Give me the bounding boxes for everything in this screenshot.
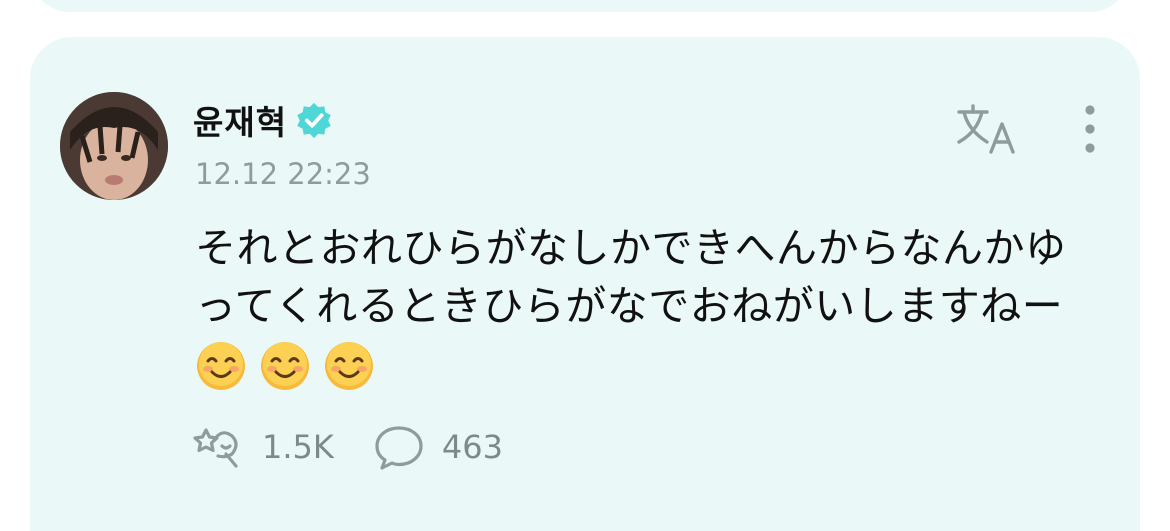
verified-badge-icon <box>297 102 331 139</box>
author-row: 윤재혁 <box>193 95 333 145</box>
smiling-face-icon <box>197 342 245 390</box>
post-body-text: それとおれひらがなしかできへんからなんかゆってくれるときひらがなでおねがいします… <box>195 224 1067 330</box>
comment-bubble-icon <box>375 426 423 470</box>
comment-button[interactable]: 463 <box>372 424 503 470</box>
previous-post-card <box>30 0 1130 12</box>
reaction-button[interactable]: 1.5K <box>192 424 334 470</box>
more-vertical-icon[interactable] <box>1070 102 1110 162</box>
emoji-row <box>195 340 375 392</box>
author-name[interactable]: 윤재혁 <box>193 96 287 144</box>
smiling-face-icon <box>261 342 309 390</box>
translate-icon[interactable] <box>955 102 1017 158</box>
post-card[interactable]: 윤재혁 12.12 22:23 それとおれひらがなしかできへんからなんかゆってく… <box>30 37 1140 531</box>
reactions-count: 1.5K <box>262 428 334 466</box>
post-actions: 1.5K 463 <box>192 424 541 470</box>
reaction-icon <box>193 428 238 468</box>
comments-count: 463 <box>441 428 503 466</box>
smiling-face-icon <box>325 342 373 390</box>
avatar[interactable] <box>60 92 168 200</box>
post-timestamp: 12.12 22:23 <box>195 157 371 191</box>
